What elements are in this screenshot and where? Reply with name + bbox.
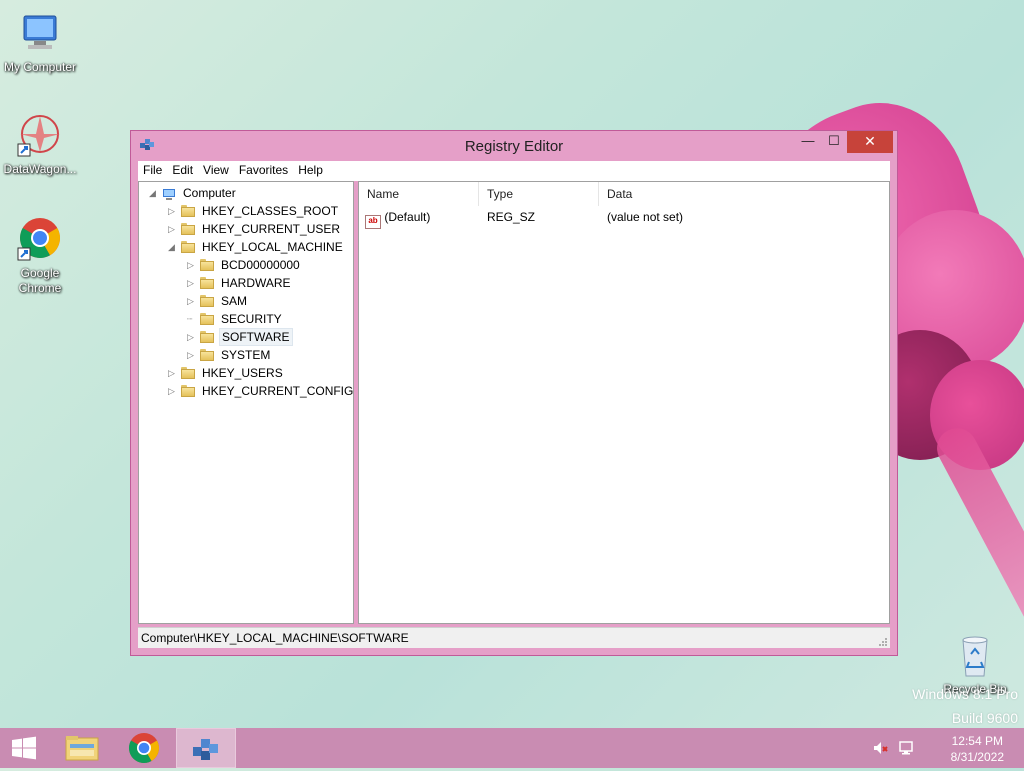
tree-connector: ┈ [187,314,193,324]
maximize-button[interactable]: ☐ [821,131,847,153]
os-watermark-edition: Windows 8.1 Pro [912,686,1018,702]
value-row[interactable]: ab (Default) REG_SZ (value not set) [359,208,889,229]
column-header-data[interactable]: Data [599,182,889,206]
network-icon[interactable] [898,740,914,756]
menu-help[interactable]: Help [293,161,328,177]
folder-icon [200,277,214,289]
expand-arrow-icon[interactable]: ▷ [187,292,197,310]
folder-icon [200,295,214,307]
folder-icon [200,259,214,271]
menu-file[interactable]: File [138,161,167,177]
chrome-icon [16,216,64,264]
expand-arrow-icon[interactable]: ▷ [187,346,197,364]
key-tree-pane[interactable]: ◢ Computer ▷ HKEY_CLASSES_ROOT ▷ HKEY_CU… [138,181,354,624]
expand-arrow-icon[interactable]: ▷ [168,382,178,400]
minimize-button[interactable]: — [795,131,821,153]
column-header-name[interactable]: Name [359,182,479,206]
tree-node-label: SAM [221,294,248,308]
clock-time: 12:54 PM [951,734,1003,748]
windows-logo-icon [12,736,36,760]
values-list-pane[interactable]: Name Type Data ab (Default) REG_SZ (valu… [358,181,890,624]
folder-icon [181,205,195,217]
desktop-icon-label: DataWagon... [3,162,77,176]
folder-icon [200,349,214,361]
desktop-icon-label: Google Chrome [18,266,62,295]
value-type: REG_SZ [487,210,536,224]
status-path: Computer\HKEY_LOCAL_MACHINE\SOFTWARE [141,631,409,645]
tree-node-label: HKEY_CLASSES_ROOT [202,204,339,218]
value-name-cell: ab (Default) [365,208,430,229]
menu-view[interactable]: View [198,161,234,177]
datawagon-icon [16,112,64,160]
folder-open-icon [181,241,195,253]
system-clock[interactable]: 12:54 PM 8/31/2022 [951,733,1004,765]
title-bar[interactable]: Registry Editor — ☐ ✕ [131,131,897,161]
column-header-type[interactable]: Type [479,182,599,206]
recycle-bin-icon [951,632,999,680]
tree-node-label: SECURITY [221,312,282,326]
speaker-muted-icon[interactable] [872,740,888,756]
registry-editor-icon [193,739,218,760]
expand-arrow-icon[interactable]: ▷ [187,328,197,346]
desktop-icon-google-chrome[interactable]: Google Chrome [0,216,80,296]
folder-icon [200,331,214,343]
resize-grip-icon[interactable] [878,636,888,646]
window-title: Registry Editor [464,138,564,155]
os-watermark-build: Build 9600 [951,710,1018,726]
computer-icon [162,187,176,200]
tree-node-label: Computer [183,186,236,200]
value-data: (value not set) [607,210,684,224]
tree-node-label: SOFTWARE [219,328,293,346]
desktop-icon-my-computer[interactable]: My Computer [0,10,80,75]
taskbar-file-explorer[interactable] [52,728,112,768]
tree-node-label: HKEY_CURRENT_CONFIG [202,384,354,398]
folder-icon [181,385,195,397]
taskbar-registry-editor[interactable] [176,728,236,768]
expand-arrow-icon[interactable]: ▷ [168,220,178,238]
tree-node-label: HARDWARE [221,276,291,290]
tree-node-label: HKEY_CURRENT_USER [202,222,341,236]
collapse-arrow-icon[interactable]: ◢ [168,238,178,256]
expand-arrow-icon[interactable]: ▷ [168,202,178,220]
tree-node-label: HKEY_USERS [202,366,283,380]
expand-arrow-icon[interactable]: ▷ [187,274,197,292]
tree-node-label: HKEY_LOCAL_MACHINE [202,240,343,254]
folder-icon [181,223,195,235]
string-value-icon: ab [365,215,381,229]
desktop-icon-label: My Computer [3,60,77,74]
close-button[interactable]: ✕ [847,131,893,153]
my-computer-icon [16,10,64,58]
tree-node-label: BCD00000000 [221,258,300,272]
collapse-arrow-icon[interactable]: ◢ [149,184,159,202]
folder-icon [181,367,195,379]
menu-edit[interactable]: Edit [167,161,198,177]
folder-icon [200,313,214,325]
menu-favorites[interactable]: Favorites [234,161,293,177]
taskbar: 12:54 PM 8/31/2022 [0,728,1024,768]
clock-date: 8/31/2022 [950,750,1004,764]
start-button[interactable] [0,728,48,768]
status-bar: Computer\HKEY_LOCAL_MACHINE\SOFTWARE [138,627,890,648]
expand-arrow-icon[interactable]: ▷ [168,364,178,382]
taskbar-google-chrome[interactable] [114,728,174,768]
registry-editor-window[interactable]: Registry Editor — ☐ ✕ File Edit View Favori… [130,130,898,656]
value-name: (Default) [384,210,431,224]
chrome-icon [128,733,160,764]
tree-node-label: SYSTEM [221,348,271,362]
menu-bar: File Edit View Favorites Help [138,161,890,181]
file-explorer-icon [65,736,99,761]
expand-arrow-icon[interactable]: ▷ [187,256,197,274]
desktop-icon-datawagon[interactable]: DataWagon... [0,112,80,177]
